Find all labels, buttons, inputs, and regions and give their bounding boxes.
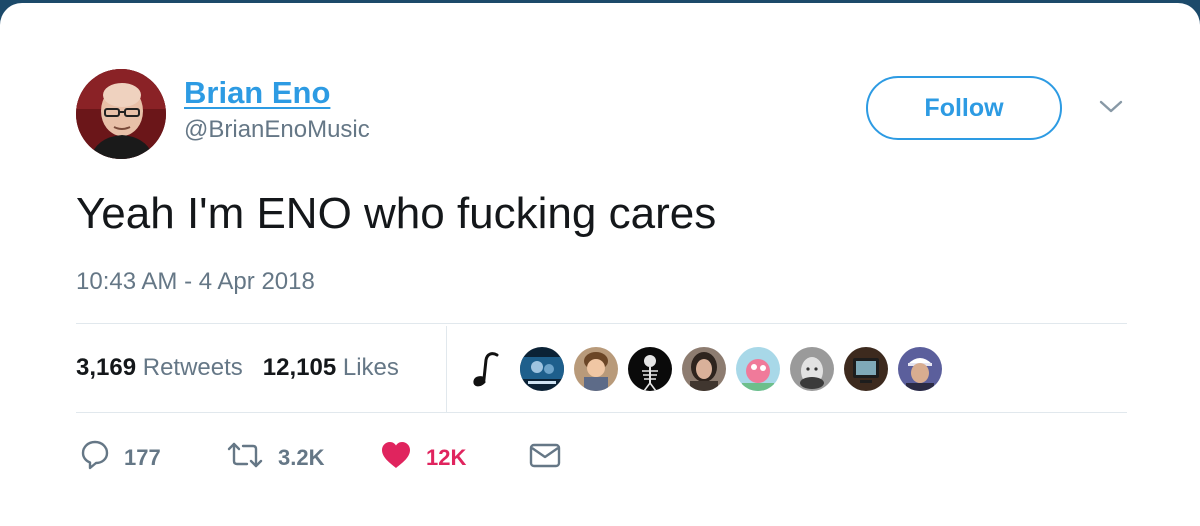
likes-label: Likes <box>342 354 399 381</box>
retweets-count: 3,169 <box>76 354 137 381</box>
upside-down-face-avatar[interactable] <box>790 347 834 391</box>
direct-message-button[interactable] <box>528 439 562 476</box>
like-count: 12K <box>426 444 467 470</box>
likers-avatars <box>470 346 952 392</box>
user-handle: @BrianEnoMusic <box>184 116 370 143</box>
stats-divider <box>446 326 447 413</box>
man-cap-avatar[interactable] <box>898 347 942 391</box>
follow-button[interactable]: Follow <box>866 76 1062 140</box>
likes-stat[interactable]: 12,105 Likes <box>263 354 399 382</box>
retweets-label: Retweets <box>142 354 243 381</box>
reply-button[interactable]: 177 <box>80 439 161 476</box>
reply-icon <box>80 439 110 476</box>
tweet-timestamp[interactable]: 10:43 AM - 4 Apr 2018 <box>76 268 315 296</box>
retweet-count: 3.2K <box>278 444 325 470</box>
envelope-icon <box>528 439 562 476</box>
retweet-button[interactable]: 3.2K <box>226 439 324 476</box>
blue-scene-avatar[interactable] <box>520 347 564 391</box>
heart-icon <box>380 439 412 476</box>
user-display-name[interactable]: Brian Eno <box>184 75 330 111</box>
like-button[interactable]: 12K <box>380 439 466 476</box>
tweet-text: Yeah I'm ENO who fucking cares <box>76 189 717 238</box>
tweet-card: Brian Eno @BrianEnoMusic Follow Yeah I'm… <box>0 3 1200 526</box>
skeleton-avatar[interactable] <box>628 347 672 391</box>
likes-count: 12,105 <box>262 354 337 381</box>
engagement-stats: 3,169 Retweets 12,105 Likes <box>76 354 399 382</box>
music-note-avatar[interactable] <box>470 346 506 392</box>
woman-photo-avatar[interactable] <box>682 347 726 391</box>
retweets-stat[interactable]: 3,169 Retweets <box>76 354 243 382</box>
divider-top <box>76 323 1127 324</box>
reply-count: 177 <box>124 444 161 470</box>
divider-bottom <box>76 412 1127 413</box>
child-photo-avatar[interactable] <box>574 347 618 391</box>
pink-scene-avatar[interactable] <box>736 347 780 391</box>
retweet-icon <box>226 439 264 476</box>
chevron-down-icon[interactable] <box>1098 99 1124 115</box>
screen-avatar[interactable] <box>844 347 888 391</box>
user-avatar[interactable] <box>76 69 166 159</box>
